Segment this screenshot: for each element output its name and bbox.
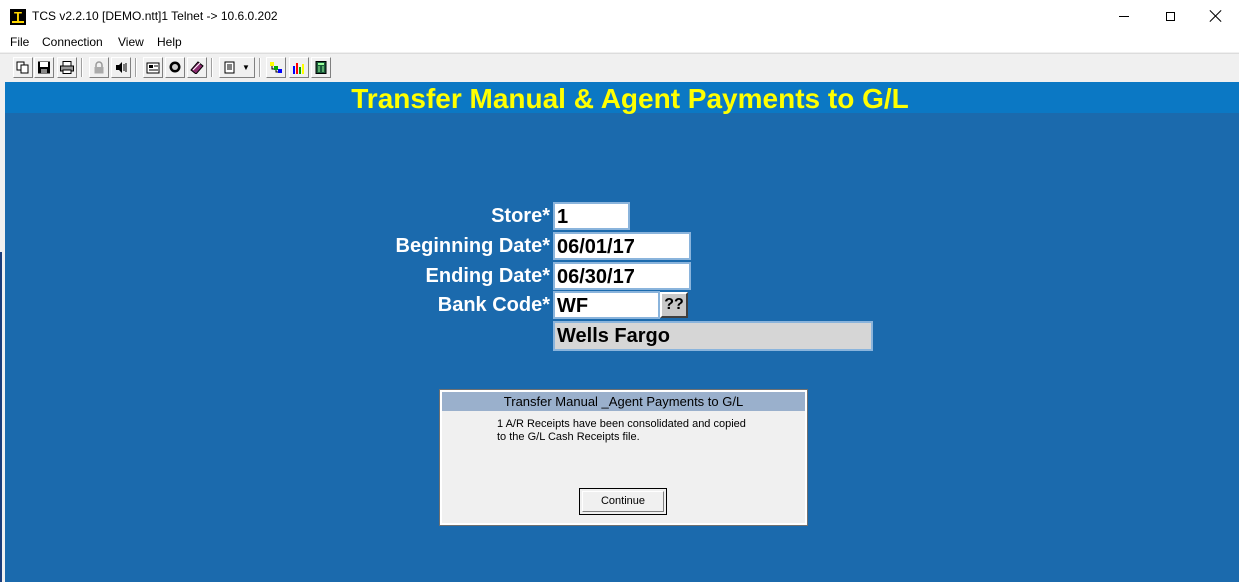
title-bar: TCS v2.2.10 [DEMO.ntt]1 Telnet -> 10.6.0… [0, 0, 1239, 32]
properties-button[interactable] [143, 57, 163, 78]
dialog-message: 1 A/R Receipts have been consolidated an… [497, 418, 746, 443]
ending-date-label: Ending Date* [425, 265, 550, 287]
store-label: Store* [491, 205, 550, 227]
continue-button-label: Continue [582, 491, 664, 512]
monitor-icon [169, 61, 181, 73]
toolbar-separator [135, 58, 137, 77]
menu-connection[interactable]: Connection [42, 35, 103, 49]
minimize-button[interactable] [1101, 0, 1147, 32]
store-input[interactable]: 1 [553, 202, 630, 230]
beginning-date-input[interactable]: 06/01/17 [553, 232, 691, 260]
tcs-terminal-icon[interactable] [10, 9, 26, 25]
calculator-button[interactable] [311, 57, 331, 78]
page-dropdown-button[interactable]: ▼ [219, 57, 255, 78]
message-dialog: Transfer Manual _Agent Payments to G/L 1… [439, 389, 808, 526]
bank-code-label: Bank Code* [437, 294, 550, 316]
terminal-screen[interactable]: Transfer Manual & Agent Payments to G/L … [5, 82, 1239, 582]
monitor-button[interactable] [165, 57, 185, 78]
copy-icon [16, 61, 29, 74]
network-button[interactable] [266, 57, 286, 78]
chart-icon [293, 63, 304, 74]
toolbar-separator [211, 58, 213, 77]
bank-code-input[interactable]: WF [553, 291, 660, 319]
dropdown-page-icon [224, 61, 235, 74]
minimize-icon [1119, 15, 1129, 17]
audio-button[interactable] [111, 57, 131, 78]
close-button[interactable] [1193, 0, 1239, 32]
book-button[interactable] [187, 57, 207, 78]
lock-icon [94, 61, 104, 74]
save-icon [38, 61, 50, 74]
audio-icon [116, 62, 127, 73]
toolbar: ▼ [0, 53, 1239, 82]
banner: Transfer Manual & Agent Payments to G/L [5, 82, 1239, 114]
network-icon [270, 62, 282, 73]
lock-button[interactable] [89, 57, 109, 78]
page-title: Transfer Manual & Agent Payments to G/L [351, 83, 909, 114]
book-icon [190, 61, 204, 74]
window-title: TCS v2.2.10 [DEMO.ntt]1 Telnet -> 10.6.0… [32, 9, 278, 23]
print-button[interactable] [57, 57, 77, 78]
calculator-icon [315, 61, 327, 74]
copy-button[interactable] [13, 57, 33, 78]
ending-date-input[interactable]: 06/30/17 [553, 262, 691, 290]
menu-help[interactable]: Help [157, 35, 182, 49]
maximize-icon [1165, 11, 1175, 21]
bank-lookup-button[interactable]: ?? [660, 292, 688, 318]
continue-button[interactable]: Continue [579, 488, 667, 515]
chart-button[interactable] [289, 57, 309, 78]
toolbar-separator [81, 58, 83, 77]
dialog-title: Transfer Manual _Agent Payments to G/L [442, 392, 805, 411]
print-icon [60, 61, 74, 74]
chevron-down-icon: ▼ [242, 63, 250, 72]
maximize-button[interactable] [1147, 0, 1193, 32]
properties-icon [146, 62, 160, 74]
menu-file[interactable]: File [10, 35, 29, 49]
menu-bar: File Connection View Help [0, 32, 1239, 52]
menu-view[interactable]: View [118, 35, 144, 49]
toolbar-separator [259, 58, 261, 77]
save-button[interactable] [34, 57, 54, 78]
bank-name-display: Wells Fargo [553, 321, 873, 351]
close-icon [1210, 10, 1222, 22]
beginning-date-label: Beginning Date* [395, 235, 550, 257]
